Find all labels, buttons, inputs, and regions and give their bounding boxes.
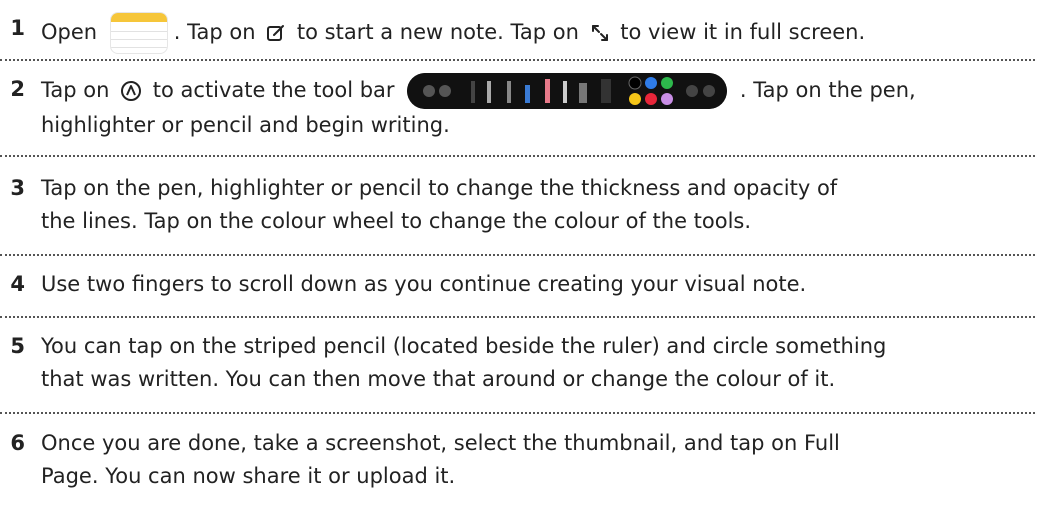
step-number: 2 [10, 77, 25, 101]
step-text-segment: . Tap on [173, 20, 256, 44]
step-number: 3 [10, 176, 25, 200]
step-text-line: Tap on the pen, highlighter or pencil to… [41, 176, 838, 200]
divider [0, 412, 1035, 414]
step-text-segment: Open [41, 20, 98, 44]
step-text-line: that was written. You can then move that… [41, 367, 836, 391]
compose-icon [267, 25, 285, 41]
step-text-line: Once you are done, take a screenshot, se… [41, 431, 840, 455]
step-text-segment: Tap on [41, 78, 110, 102]
step-text-segment: to start a new note. Tap on [296, 20, 579, 44]
divider [0, 316, 1035, 318]
step-3: 3 Tap on the pen, highlighter or pencil … [0, 172, 1047, 238]
notes-app-icon [109, 12, 168, 54]
divider [0, 254, 1035, 256]
markup-pen-icon [121, 81, 142, 101]
step-text-line: the lines. Tap on the colour wheel to ch… [41, 209, 752, 233]
step-text: Once you are done, take a screenshot, se… [41, 427, 840, 493]
step-number: 5 [10, 334, 25, 358]
step-text: You can tap on the striped pencil (locat… [41, 330, 886, 396]
step-text-segment: to activate the tool bar [152, 78, 395, 102]
step-number: 1 [10, 16, 25, 40]
step-5: 5 You can tap on the striped pencil (loc… [0, 330, 1047, 396]
instructions-page: 1 Open . Tap on to start a new note. Tap… [0, 0, 1047, 514]
step-text-line: highlighter or pencil and begin writing. [41, 113, 450, 137]
step-text: Tap on to activate the tool bar . Tap on… [41, 73, 916, 142]
step-1: 1 Open . Tap on to start a new note. Tap… [0, 12, 1047, 54]
step-text-line: Page. You can now share it or upload it. [41, 464, 456, 488]
step-2: 2 Tap on to activate the tool bar . Tap … [0, 73, 1047, 142]
markup-toolbar-image [407, 73, 728, 109]
expand-arrows-icon [591, 25, 608, 41]
step-number: 6 [10, 431, 25, 455]
divider [0, 59, 1035, 61]
step-text-segment: . Tap on the pen, [739, 78, 916, 102]
step-text-line: You can tap on the striped pencil (locat… [41, 334, 887, 358]
step-6: 6 Once you are done, take a screenshot, … [0, 427, 1047, 493]
step-text: Open . Tap on to start a new note. Tap o… [41, 12, 865, 54]
divider [0, 155, 1035, 157]
step-4: 4 Use two fingers to scroll down as you … [0, 268, 1047, 301]
step-number: 4 [10, 272, 25, 296]
step-text-segment: to view it in full screen. [620, 20, 866, 44]
step-text: Tap on the pen, highlighter or pencil to… [41, 172, 837, 238]
step-text: Use two fingers to scroll down as you co… [41, 272, 807, 296]
